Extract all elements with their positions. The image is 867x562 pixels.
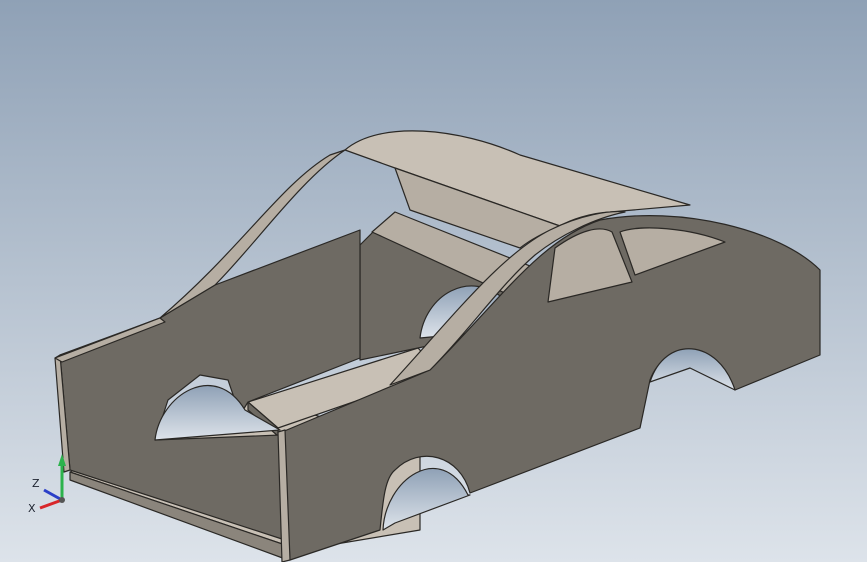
x-axis-label: X: [28, 502, 36, 515]
triad-origin: [59, 497, 65, 503]
model-view[interactable]: [0, 0, 867, 562]
x-axis-line: [39, 498, 63, 510]
graphics-viewport[interactable]: X Z: [0, 0, 867, 562]
view-triad[interactable]: X Z: [22, 442, 82, 522]
y-axis-arrow: [58, 454, 66, 466]
z-axis-label: Z: [32, 477, 40, 490]
z-axis-line: [43, 488, 63, 502]
